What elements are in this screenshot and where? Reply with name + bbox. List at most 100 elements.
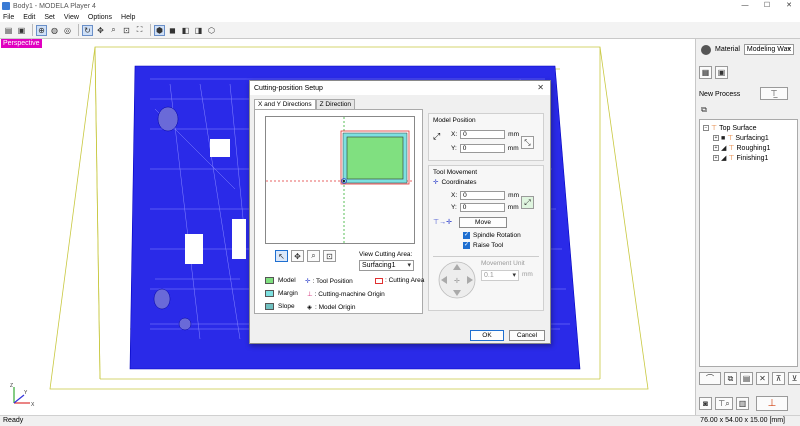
tree-root[interactable]: − ⊤ Top Surface	[703, 124, 756, 132]
preview-icon[interactable]: ◙	[699, 397, 712, 410]
divider	[433, 256, 539, 257]
surfacing-icon: ■	[721, 134, 726, 142]
simulation-icon[interactable]: ▥	[736, 397, 749, 410]
tool-position-icon: ✛	[305, 278, 311, 285]
cube-iso-icon[interactable]: ⬡	[206, 25, 217, 36]
rotate-icon[interactable]: ↻	[82, 24, 93, 36]
move-button[interactable]: Move	[459, 217, 507, 228]
material-select[interactable]: Modeling Wax	[743, 44, 794, 55]
cube-side-icon[interactable]: ◧	[180, 25, 191, 36]
spindle-rotation-checkbox[interactable]: ✓ Spindle Rotation	[463, 232, 521, 239]
tool-x-field: X: 0 mm	[451, 191, 519, 200]
machine-settings-icon[interactable]: ▣	[715, 66, 728, 79]
pan-icon[interactable]: ✥	[95, 25, 106, 36]
menu-help[interactable]: Help	[121, 14, 135, 21]
dialog-close-icon[interactable]: ✕	[537, 83, 544, 92]
tab-xy-directions[interactable]: X and Y Directions	[254, 99, 316, 109]
cube-top-icon[interactable]: ◨	[193, 25, 204, 36]
menu-set[interactable]: Set	[44, 14, 55, 21]
menu-bar: File Edit Set View Options Help	[0, 12, 800, 22]
movement-unit-unit: mm	[522, 271, 533, 278]
menu-edit[interactable]: Edit	[23, 14, 35, 21]
tool-coordinate-set-icon[interactable]: ⤢	[521, 196, 534, 209]
maximize-button[interactable]: ☐	[756, 0, 778, 12]
direction-pad[interactable]: ✛	[437, 260, 477, 300]
cut-icon: ⊥	[767, 398, 777, 409]
legend-model-origin-label: : Model Origin	[315, 303, 356, 311]
copy-icon[interactable]: ⧉	[724, 372, 737, 385]
toolbar-separator	[32, 24, 33, 36]
model-dimensions: 76.00 x 54.00 x 15.00 [mm]	[700, 417, 785, 424]
dialog-tabs: X and Y Directions Z Direction	[254, 99, 356, 109]
model-y-input[interactable]: 0	[459, 144, 505, 153]
close-window-button[interactable]: ✕	[778, 0, 800, 12]
select-pointer-icon[interactable]: ↖	[275, 250, 288, 262]
zoom-window-icon[interactable]: ⊡	[121, 25, 132, 36]
expand-icon[interactable]: +	[713, 155, 719, 161]
cancel-button[interactable]: Cancel	[509, 330, 545, 341]
spindle-rotation-label: Spindle Rotation	[473, 232, 521, 239]
machine-origin-icon: ⊥	[307, 291, 313, 298]
tool-y-input[interactable]: 0	[459, 203, 505, 212]
save-file-icon[interactable]: ▣	[16, 25, 27, 36]
minimize-button[interactable]: —	[734, 0, 756, 12]
legend-model: Model	[265, 277, 296, 284]
pan-icon[interactable]: ✥	[291, 250, 304, 262]
tree-item-surfacing[interactable]: + ■ ⊤ Surfacing1	[713, 134, 769, 142]
legend-machine-origin: ⊥ : Cutting-machine Origin	[307, 290, 385, 299]
expand-icon[interactable]: +	[713, 145, 719, 151]
window-controls: — ☐ ✕	[734, 0, 800, 12]
fit-icon[interactable]: ⊡	[323, 250, 336, 262]
movement-unit-select[interactable]: 0.1	[481, 270, 519, 281]
zoom-icon[interactable]: ⌕	[307, 250, 320, 262]
toolbar-separator	[78, 24, 79, 36]
model-x-label: X:	[451, 131, 458, 138]
menu-options[interactable]: Options	[88, 14, 112, 21]
new-process-button[interactable]: ⊤̲	[760, 87, 788, 100]
finishing-icon: ◢	[721, 155, 727, 162]
tree-item-roughing[interactable]: + ◢ ⊤ Roughing1	[713, 144, 770, 152]
cube-front-icon[interactable]: ◼	[167, 25, 178, 36]
open-file-icon[interactable]: ▤	[3, 25, 14, 36]
model-x-input[interactable]: 0	[460, 130, 506, 139]
svg-text:Z: Z	[10, 383, 13, 389]
tool-preview-icon[interactable]: ⌒	[699, 372, 721, 385]
tree-item-finishing[interactable]: + ◢ ⊤ Finishing1	[713, 154, 768, 162]
position-preview[interactable]	[265, 116, 415, 244]
check-icon: ✓	[463, 242, 470, 249]
raise-tool-checkbox[interactable]: ✓ Raise Tool	[463, 242, 503, 249]
expand-icon[interactable]: +	[713, 135, 719, 141]
status-bar: Ready 76.00 x 54.00 x 15.00 [mm]	[0, 415, 800, 426]
paste-icon[interactable]: ▤	[740, 372, 753, 385]
delete-icon[interactable]: ✕	[756, 372, 769, 385]
collapse-icon[interactable]: −	[703, 125, 709, 131]
cube-perspective-icon[interactable]: ⬢	[154, 24, 165, 36]
menu-view[interactable]: View	[64, 14, 79, 21]
menu-file[interactable]: File	[3, 14, 14, 21]
sphere-view-icon[interactable]: ◍	[49, 25, 60, 36]
model-info-icon[interactable]: ▦	[699, 66, 712, 79]
fit-view-icon[interactable]: ⛶	[134, 25, 145, 36]
move-down-icon[interactable]: ⊻	[788, 372, 800, 385]
sphere-alt-view-icon[interactable]: ◎	[62, 25, 73, 36]
legend-slope-label: Slope	[278, 303, 295, 310]
zoom-icon[interactable]: ⌕	[108, 25, 119, 36]
tree-root-label: Top Surface	[719, 124, 757, 132]
view-cutting-area-label: View Cutting Area:	[359, 251, 413, 258]
tree-item-label: Surfacing1	[735, 134, 769, 142]
tab-z-direction[interactable]: Z Direction	[315, 99, 356, 109]
move-up-icon[interactable]: ⊼	[772, 372, 785, 385]
legend-model-origin: ◈ : Model Origin	[307, 303, 356, 312]
model-swatch	[265, 277, 274, 284]
coordinates-row: ✛ Coordinates	[433, 178, 477, 187]
globe-view-icon[interactable]: ⊕	[36, 24, 47, 36]
view-cutting-area-select[interactable]: Surfacing1	[359, 260, 414, 271]
model-position-group: Model Position ⤢ X: 0 mm Y: 0 mm ⤡	[428, 113, 544, 161]
cut-button[interactable]: ⊥	[756, 396, 788, 411]
model-position-set-icon[interactable]: ⤡	[521, 136, 534, 149]
tool-path-icon[interactable]: ⊤⌕	[715, 397, 733, 410]
model-y-field: Y: 0 mm	[451, 144, 519, 153]
tool-x-input[interactable]: 0	[460, 191, 506, 200]
tool-movement-title: Tool Movement	[433, 169, 478, 176]
ok-button[interactable]: OK	[470, 330, 504, 341]
